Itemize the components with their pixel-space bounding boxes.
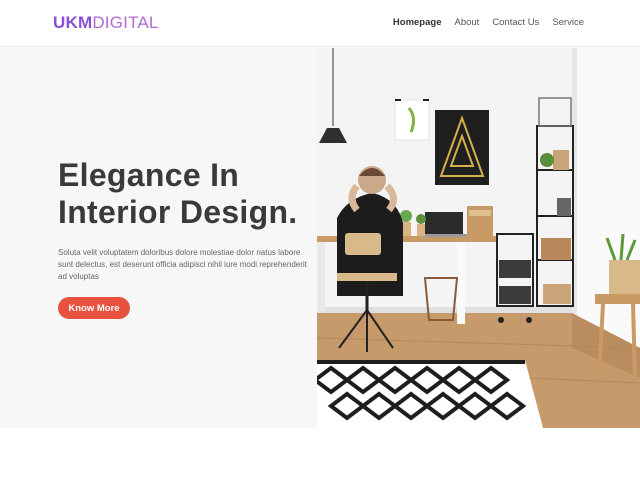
hero-section: Elegance In Interior Design. Soluta veli…	[0, 48, 640, 428]
brand-logo[interactable]: UKMDIGITAL	[53, 13, 159, 33]
main-nav: Homepage About Contact Us Service	[393, 17, 584, 28]
hero-image	[317, 48, 640, 428]
hero-title-line-2: Interior Design.	[58, 194, 298, 230]
nav-item-homepage[interactable]: Homepage	[393, 17, 442, 28]
hero-text-panel: Elegance In Interior Design. Soluta veli…	[0, 48, 317, 428]
know-more-button[interactable]: Know More	[58, 297, 130, 319]
nav-item-service[interactable]: Service	[552, 17, 584, 28]
nav-item-contact-us[interactable]: Contact Us	[492, 17, 539, 28]
hero-title-line-1: Elegance In	[58, 157, 240, 193]
logo-text-bold: UKM	[53, 13, 93, 32]
interior-photo-illustration	[317, 48, 640, 428]
hero-title: Elegance In Interior Design.	[58, 157, 318, 231]
site-header: UKMDIGITAL Homepage About Contact Us Ser…	[0, 0, 640, 47]
lower-blank-section	[0, 428, 640, 480]
hero-description: Soluta velit voluptatem doloribus dolore…	[58, 248, 307, 281]
logo-text-light: DIGITAL	[92, 13, 159, 32]
nav-item-about[interactable]: About	[454, 17, 479, 28]
